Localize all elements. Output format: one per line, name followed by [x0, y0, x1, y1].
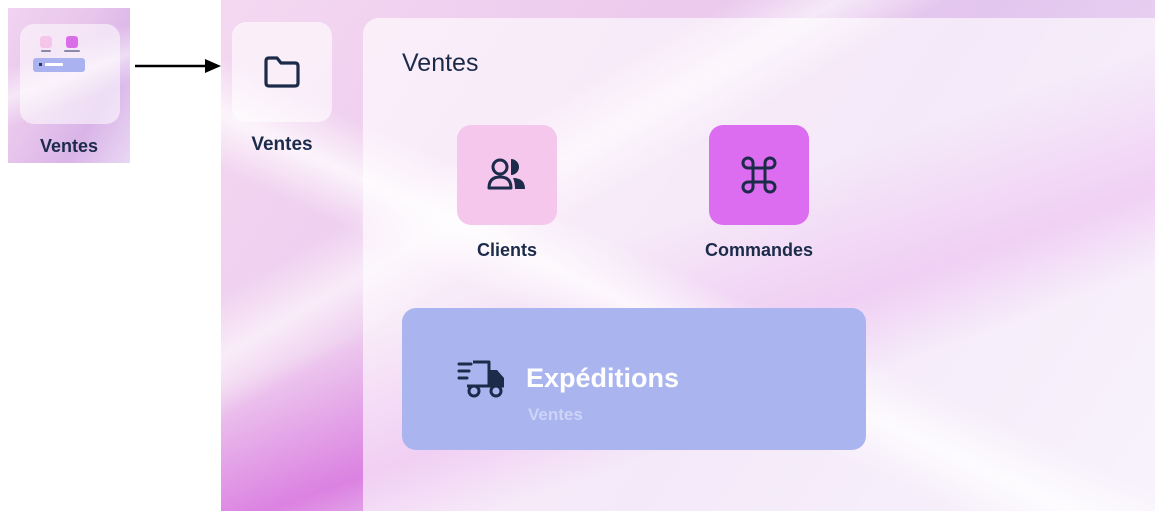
app-label-commandes: Commandes [704, 240, 814, 260]
users-icon [487, 158, 525, 190]
folder-window: Ventes Clients Commandes Expéditions Ven… [363, 18, 1155, 511]
folder-button[interactable] [232, 22, 332, 122]
folder-thumbnail-preview [20, 24, 120, 124]
widget-title: Expéditions [526, 363, 680, 393]
expanded-folder-panel: Ventes Ventes Clients Commandes Expéditi… [221, 0, 1155, 511]
delivery-truck-icon [457, 360, 504, 398]
folder-icon [264, 56, 300, 88]
folder-thumbnail-label: Ventes [39, 136, 99, 156]
folder-thumbnail[interactable]: Ventes [8, 8, 130, 163]
app-tile-clients[interactable] [457, 125, 557, 225]
widget-subtitle: Ventes [528, 405, 583, 424]
folder-label: Ventes [251, 134, 313, 155]
app-tile-commandes[interactable] [709, 125, 809, 225]
arrow-right-icon [135, 59, 221, 73]
widget-expeditions[interactable]: Expéditions Ventes [402, 308, 866, 450]
window-title: Ventes [402, 49, 479, 77]
app-label-clients: Clients [476, 240, 537, 260]
command-icon [741, 156, 777, 194]
